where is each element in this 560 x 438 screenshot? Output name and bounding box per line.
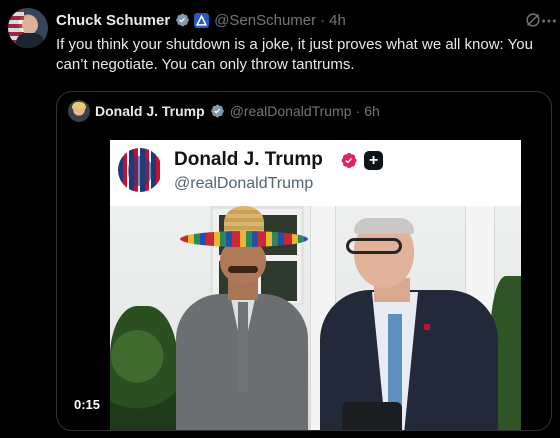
quoted-verified-badge-icon xyxy=(210,104,224,118)
author-name[interactable]: Chuck Schumer xyxy=(56,12,170,29)
tweet-time[interactable]: 4h xyxy=(329,12,346,29)
tweet-header: Chuck Schumer @SenSchumer · 4h xyxy=(56,10,346,30)
card-avatar xyxy=(118,148,162,192)
quoted-tweet-header: Donald J. Trump @realDonaldTrump · 6h xyxy=(68,100,380,122)
card-name: Donald J. Trump xyxy=(174,149,323,170)
author-handle[interactable]: @SenSchumer xyxy=(214,12,316,29)
separator-dot: · xyxy=(320,11,326,29)
quoted-author-avatar[interactable] xyxy=(68,100,90,122)
quoted-author-handle[interactable]: @realDonaldTrump xyxy=(230,103,352,119)
affiliate-badge-icon[interactable] xyxy=(194,12,210,28)
quoted-author-name[interactable]: Donald J. Trump xyxy=(95,103,205,119)
quoted-tweet[interactable]: Donald J. Trump @realDonaldTrump · 6h Do… xyxy=(56,91,552,431)
card-verified-icon xyxy=(341,152,357,169)
more-icon[interactable] xyxy=(540,12,558,30)
video-duration: 0:15 xyxy=(69,396,106,414)
author-avatar[interactable] xyxy=(8,8,48,48)
quoted-video[interactable]: Donald J. Trump + @realDonaldTrump xyxy=(110,140,521,430)
quoted-separator-dot: · xyxy=(355,103,361,119)
quoted-tweet-time[interactable]: 6h xyxy=(364,103,380,119)
tweet-text: If you think your shutdown is a joke, it… xyxy=(56,36,533,73)
tweet[interactable]: Chuck Schumer @SenSchumer · 4h If you th… xyxy=(0,0,560,438)
verified-badge-icon xyxy=(176,13,190,27)
bush xyxy=(110,306,178,430)
card-handle: @realDonaldTrump xyxy=(174,175,314,192)
video-profile-card: Donald J. Trump + @realDonaldTrump xyxy=(110,140,521,206)
card-plus-icon: + xyxy=(364,151,383,170)
video-frame xyxy=(110,206,521,430)
microphones xyxy=(342,402,402,430)
